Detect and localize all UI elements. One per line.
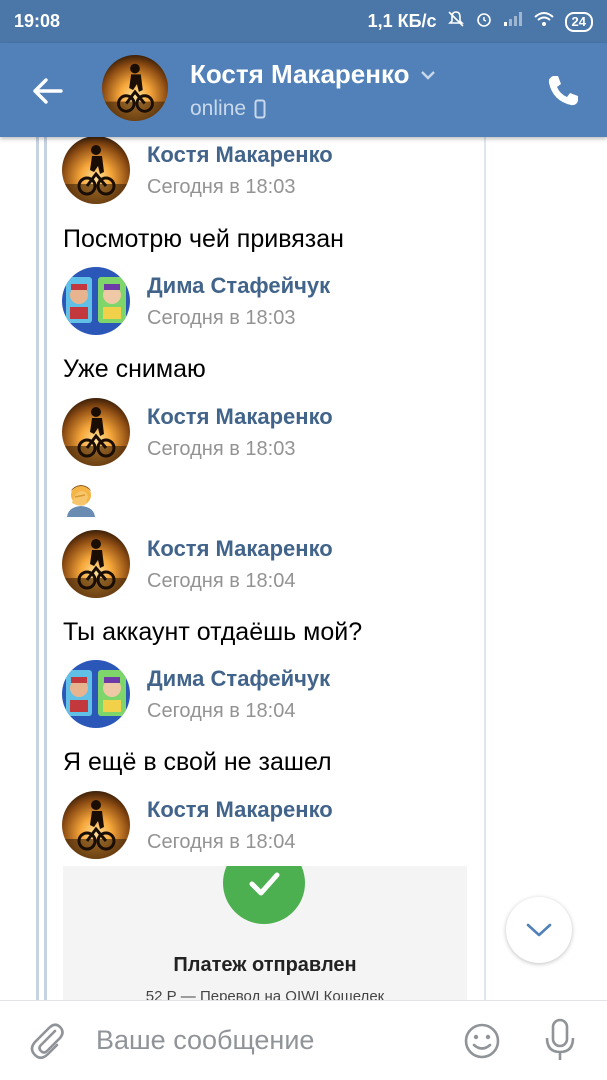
emoji-button[interactable] bbox=[462, 1021, 502, 1061]
wifi-icon bbox=[533, 10, 555, 33]
mic-icon bbox=[545, 1018, 575, 1060]
signal-icon bbox=[503, 11, 523, 32]
payment-description: 52 Р — Перевод на QIWI Кошелек bbox=[145, 988, 385, 1000]
chevron-down-icon bbox=[526, 923, 552, 937]
message-author[interactable]: Костя Макаренко bbox=[147, 404, 333, 430]
scroll-down-button[interactable] bbox=[506, 897, 572, 963]
checkmark-icon bbox=[223, 866, 305, 924]
message-author[interactable]: Костя Макаренко bbox=[147, 797, 333, 823]
avatar[interactable] bbox=[102, 55, 168, 121]
facepalm-emoji-icon bbox=[67, 485, 95, 517]
message-time: Сегодня в 18:03 bbox=[147, 307, 296, 329]
mobile-icon bbox=[254, 99, 266, 119]
phone-icon bbox=[548, 76, 578, 106]
attach-button[interactable] bbox=[28, 1021, 66, 1061]
message-text: Ты аккаунт отдаёшь мой? bbox=[63, 618, 363, 646]
payment-title: Платеж отправлен bbox=[173, 954, 357, 976]
chat-header: Костя Макаренко online bbox=[0, 43, 607, 137]
alarm-icon bbox=[475, 10, 493, 33]
back-arrow-icon bbox=[33, 78, 63, 104]
back-button[interactable] bbox=[22, 65, 74, 117]
contact-status: online bbox=[190, 97, 266, 121]
status-icons: 1,1 КБ/с 24 bbox=[368, 10, 593, 33]
status-time: 19:08 bbox=[14, 11, 61, 31]
avatar[interactable] bbox=[62, 137, 130, 204]
chevron-down-icon bbox=[420, 70, 435, 80]
smile-icon bbox=[464, 1023, 500, 1059]
avatar[interactable] bbox=[62, 791, 130, 859]
attach-icon bbox=[30, 1023, 64, 1060]
avatar[interactable] bbox=[62, 660, 130, 728]
divider bbox=[484, 137, 486, 1000]
message-text: Посмотрю чей привязан bbox=[63, 225, 344, 253]
avatar[interactable] bbox=[62, 530, 130, 598]
message-author[interactable]: Костя Макаренко bbox=[147, 536, 333, 562]
avatar[interactable] bbox=[62, 398, 130, 466]
message-text: Я ещё в свой не зашел bbox=[63, 748, 332, 776]
mute-icon bbox=[447, 10, 465, 33]
message-input[interactable] bbox=[96, 1019, 426, 1061]
call-button[interactable] bbox=[543, 71, 583, 111]
message-composer bbox=[0, 1000, 607, 1080]
battery-icon: 24 bbox=[564, 11, 593, 32]
message-time: Сегодня в 18:04 bbox=[147, 831, 296, 853]
message-time: Сегодня в 18:04 bbox=[147, 570, 296, 592]
online-status: online bbox=[190, 97, 247, 120]
status-bar: 19:08 1,1 КБ/с 24 bbox=[0, 0, 607, 43]
message-author[interactable]: Дима Стафейчук bbox=[147, 666, 330, 692]
contact-name-label: Костя Макаренко bbox=[190, 59, 410, 89]
message-time: Сегодня в 18:03 bbox=[147, 438, 296, 460]
payment-screenshot[interactable]: Платеж отправлен 52 Р — Перевод на QIWI … bbox=[63, 866, 467, 1000]
contact-name[interactable]: Костя Макаренко bbox=[190, 59, 436, 90]
message-author[interactable]: Дима Стафейчук bbox=[147, 273, 330, 299]
message-text: Уже снимаю bbox=[63, 355, 206, 383]
network-speed: 1,1 КБ/с bbox=[367, 11, 437, 31]
voice-message-button[interactable] bbox=[542, 1017, 578, 1063]
avatar[interactable] bbox=[62, 267, 130, 335]
message-list[interactable]: Костя Макаренко Сегодня в 18:03 Посмотрю… bbox=[0, 137, 607, 1000]
message-time: Сегодня в 18:04 bbox=[147, 700, 296, 722]
message-time: Сегодня в 18:03 bbox=[147, 176, 296, 198]
message-author[interactable]: Костя Макаренко bbox=[147, 142, 333, 168]
